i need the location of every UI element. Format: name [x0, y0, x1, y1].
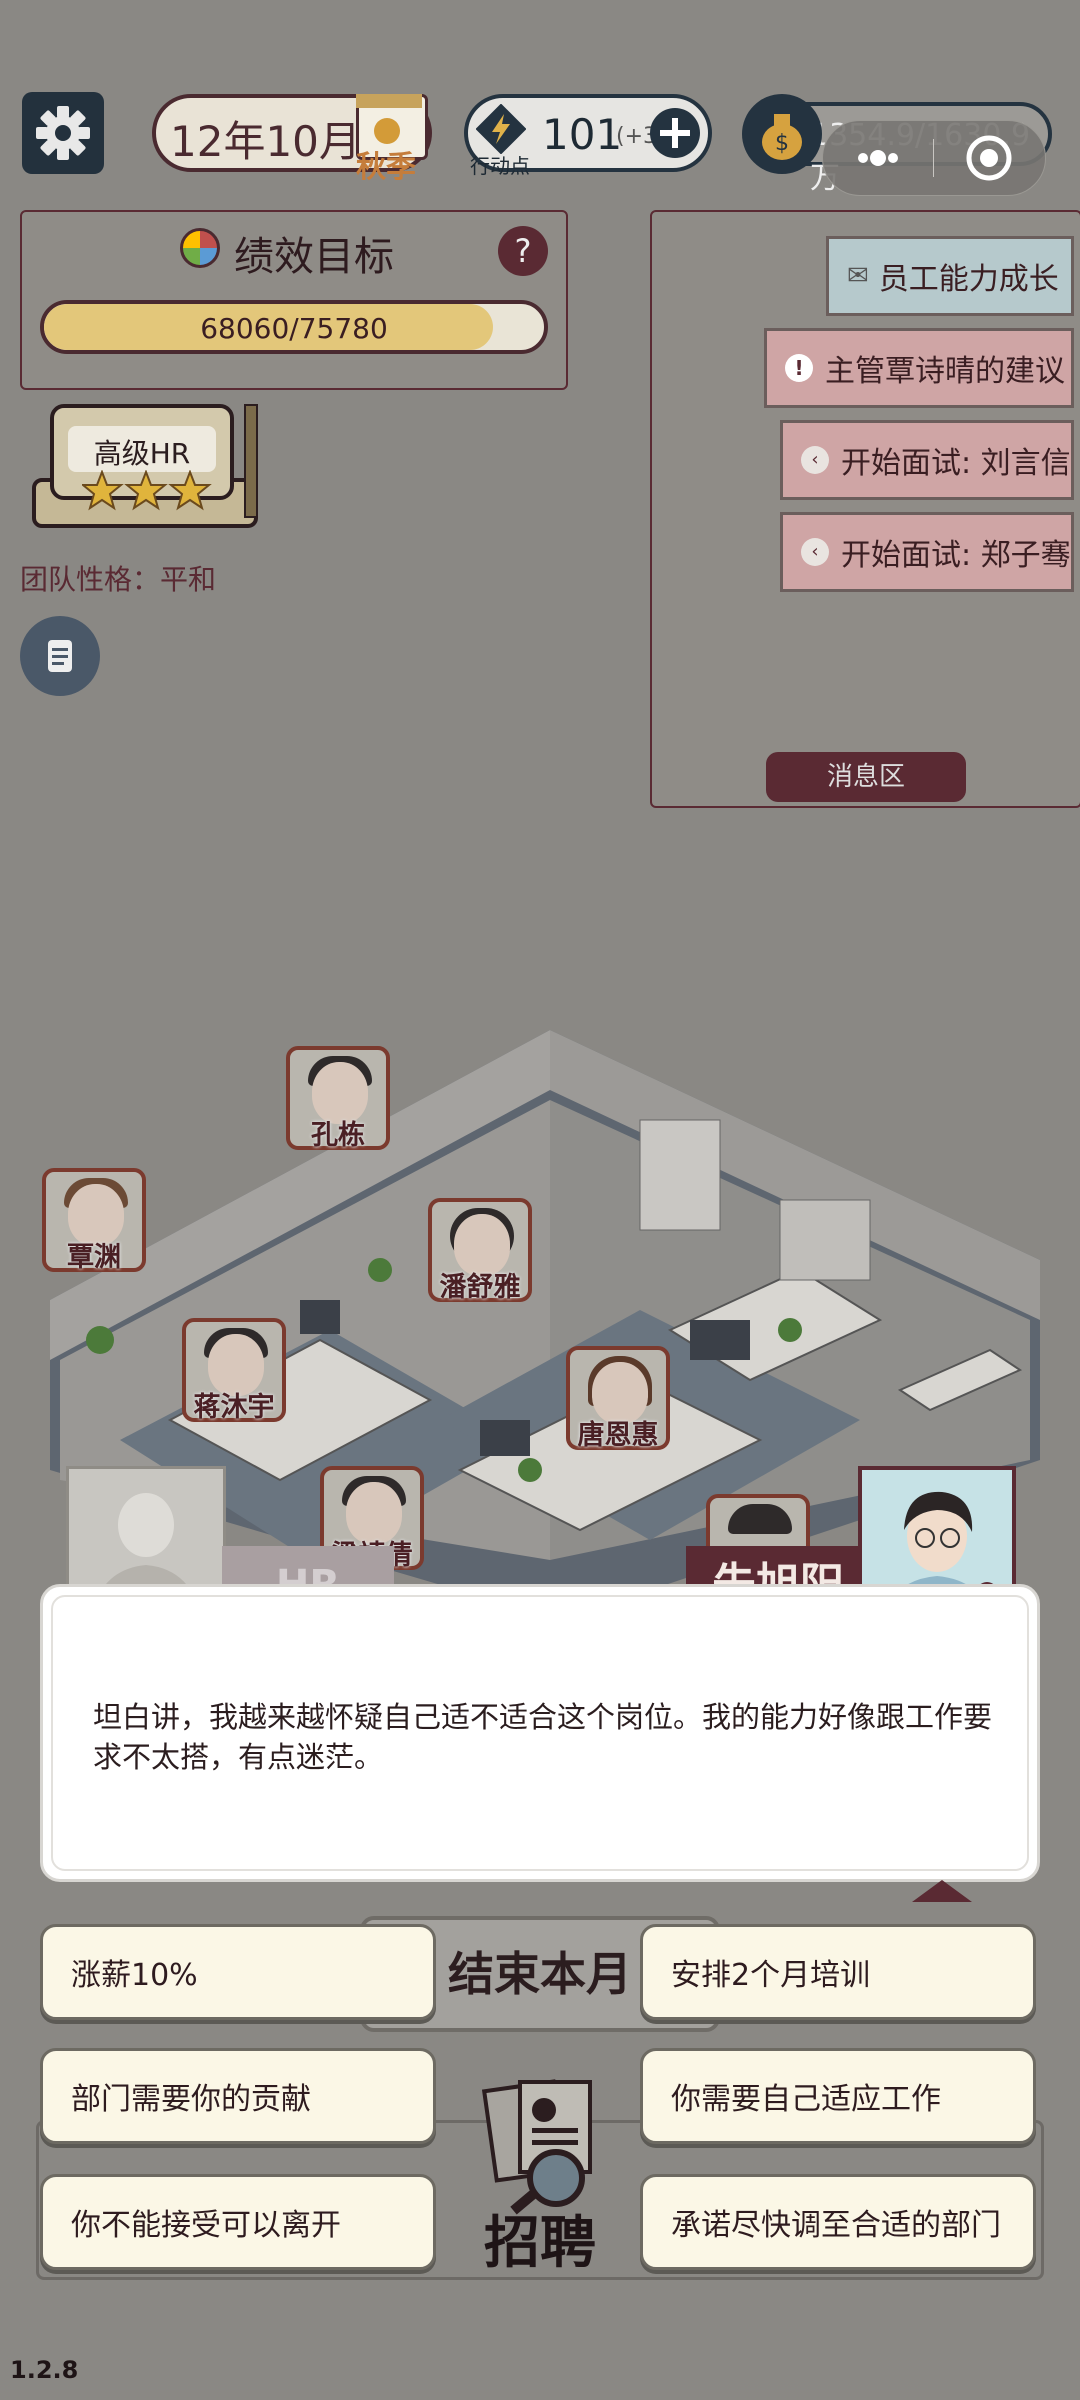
end-month-label: 结束本月 — [448, 1947, 632, 2001]
employee-name: 孔栋 — [311, 1120, 365, 1151]
message-label: 开始面试: 郑子骞 — [841, 538, 1071, 573]
star-icon — [124, 469, 168, 511]
choice-label: 你需要自己适应工作 — [671, 2082, 941, 2117]
employee-name: 唐恩惠 — [577, 1420, 659, 1451]
action-points-value: 101 — [542, 110, 623, 159]
dialog-continue-icon — [912, 1880, 972, 1902]
back-icon: ‹ — [801, 446, 829, 474]
more-dots-icon — [858, 150, 898, 166]
message-label: 员工能力成长 — [878, 262, 1059, 297]
choice-adapt-yourself[interactable]: 你需要自己适应工作 — [640, 2048, 1036, 2144]
choice-label: 承诺尽快调至合适的部门 — [671, 2208, 1001, 2243]
rank-title: 高级HR — [93, 437, 191, 470]
employee-avatar[interactable]: 孔栋 — [286, 1046, 390, 1151]
performance-title: 绩效目标 — [234, 234, 394, 280]
help-button[interactable]: ? — [498, 226, 548, 276]
dialog-box: 坦白讲，我越来越怀疑自己适不适合这个岗位。我的能力好像跟工作要求不太搭，有点迷茫… — [40, 1584, 1040, 1882]
employee-avatar[interactable]: 唐恩惠 — [566, 1346, 670, 1451]
message-item[interactable]: ! 主管覃诗晴的建议 — [764, 328, 1074, 408]
gear-icon — [36, 106, 90, 160]
notes-button[interactable] — [20, 616, 100, 696]
choice-label: 涨薪10% — [71, 1958, 198, 1993]
version-label: 1.2.8 — [10, 2356, 79, 2384]
plus-icon — [660, 118, 690, 148]
choice-leave[interactable]: 你不能接受可以离开 — [40, 2174, 436, 2270]
choice-label: 部门需要你的贡献 — [71, 2082, 311, 2117]
target-icon — [966, 135, 1012, 181]
message-item[interactable]: ‹ 开始面试: 刘言信 — [780, 420, 1074, 500]
star-icon — [168, 469, 212, 511]
choice-label: 你不能接受可以离开 — [71, 2208, 341, 2243]
message-area-tab[interactable]: 消息区 — [766, 752, 966, 802]
employee-name: 潘舒雅 — [439, 1272, 521, 1303]
mail-icon: ✉ — [847, 261, 869, 291]
back-icon: ‹ — [801, 538, 829, 566]
employee-avatar[interactable]: 覃渊 — [42, 1168, 146, 1273]
performance-progress-text: 68060/75780 — [200, 312, 388, 345]
dialog-text: 坦白讲，我越来越怀疑自己适不适合这个岗位。我的能力好像跟工作要求不太搭，有点迷茫… — [93, 1700, 993, 1774]
recruit-label: 招聘 — [484, 2211, 596, 2276]
message-panel: ✉ 员工能力成长 ! 主管覃诗晴的建议 ‹ 开始面试: 刘言信 ‹ 开始面试: … — [650, 210, 1080, 808]
season-text: 秋季 — [356, 150, 416, 185]
employee-avatar[interactable]: 蒋沐宇 — [182, 1318, 286, 1423]
employee-name: 覃渊 — [67, 1242, 121, 1273]
add-action-points-button[interactable] — [650, 108, 700, 158]
action-points-label: 行动点 — [470, 154, 530, 178]
settings-button[interactable] — [22, 92, 104, 174]
team-personality-value: 平和 — [160, 563, 217, 596]
close-miniprogram-button[interactable] — [934, 121, 1044, 195]
choice-department-needs-you[interactable]: 部门需要你的贡献 — [40, 2048, 436, 2144]
message-label: 主管覃诗晴的建议 — [825, 354, 1065, 389]
svg-text:$: $ — [775, 131, 789, 156]
employee-name: 蒋沐宇 — [193, 1392, 275, 1423]
alert-icon: ! — [785, 354, 813, 382]
team-personality-label: 团队性格： — [20, 563, 161, 596]
message-item[interactable]: ‹ 开始面试: 郑子骞 — [780, 512, 1074, 592]
rank-badge[interactable]: 高级HR — [32, 404, 262, 534]
question-icon: ? — [514, 232, 532, 270]
target-badge-icon — [180, 228, 220, 268]
document-icon — [48, 640, 72, 672]
star-icon — [80, 469, 124, 511]
date-text: 12年10月 — [170, 117, 361, 166]
message-area-label: 消息区 — [826, 762, 905, 792]
performance-progress-bar: 68060/75780 — [40, 300, 548, 354]
performance-panel: 绩效目标 ? 68060/75780 — [20, 210, 568, 390]
choice-training[interactable]: 安排2个月培训 — [640, 1924, 1036, 2020]
rank-stars — [80, 469, 212, 518]
recruit-button[interactable]: 招聘 — [440, 2070, 640, 2280]
choice-label: 安排2个月培训 — [671, 1958, 871, 1993]
message-label: 开始面试: 刘言信 — [841, 446, 1071, 481]
employee-avatar[interactable]: 潘舒雅 — [428, 1198, 532, 1303]
calendar-icon: 秋季 — [352, 88, 428, 185]
message-item[interactable]: ✉ 员工能力成长 — [826, 236, 1074, 316]
lightning-icon — [475, 103, 527, 155]
choice-raise-salary[interactable]: 涨薪10% — [40, 1924, 436, 2020]
mini-program-capsule — [822, 120, 1046, 196]
choice-transfer-department[interactable]: 承诺尽快调至合适的部门 — [640, 2174, 1036, 2270]
more-options-button[interactable] — [823, 121, 933, 195]
money-bag-icon: $ — [742, 94, 822, 174]
team-personality: 团队性格：平和 — [20, 558, 216, 598]
